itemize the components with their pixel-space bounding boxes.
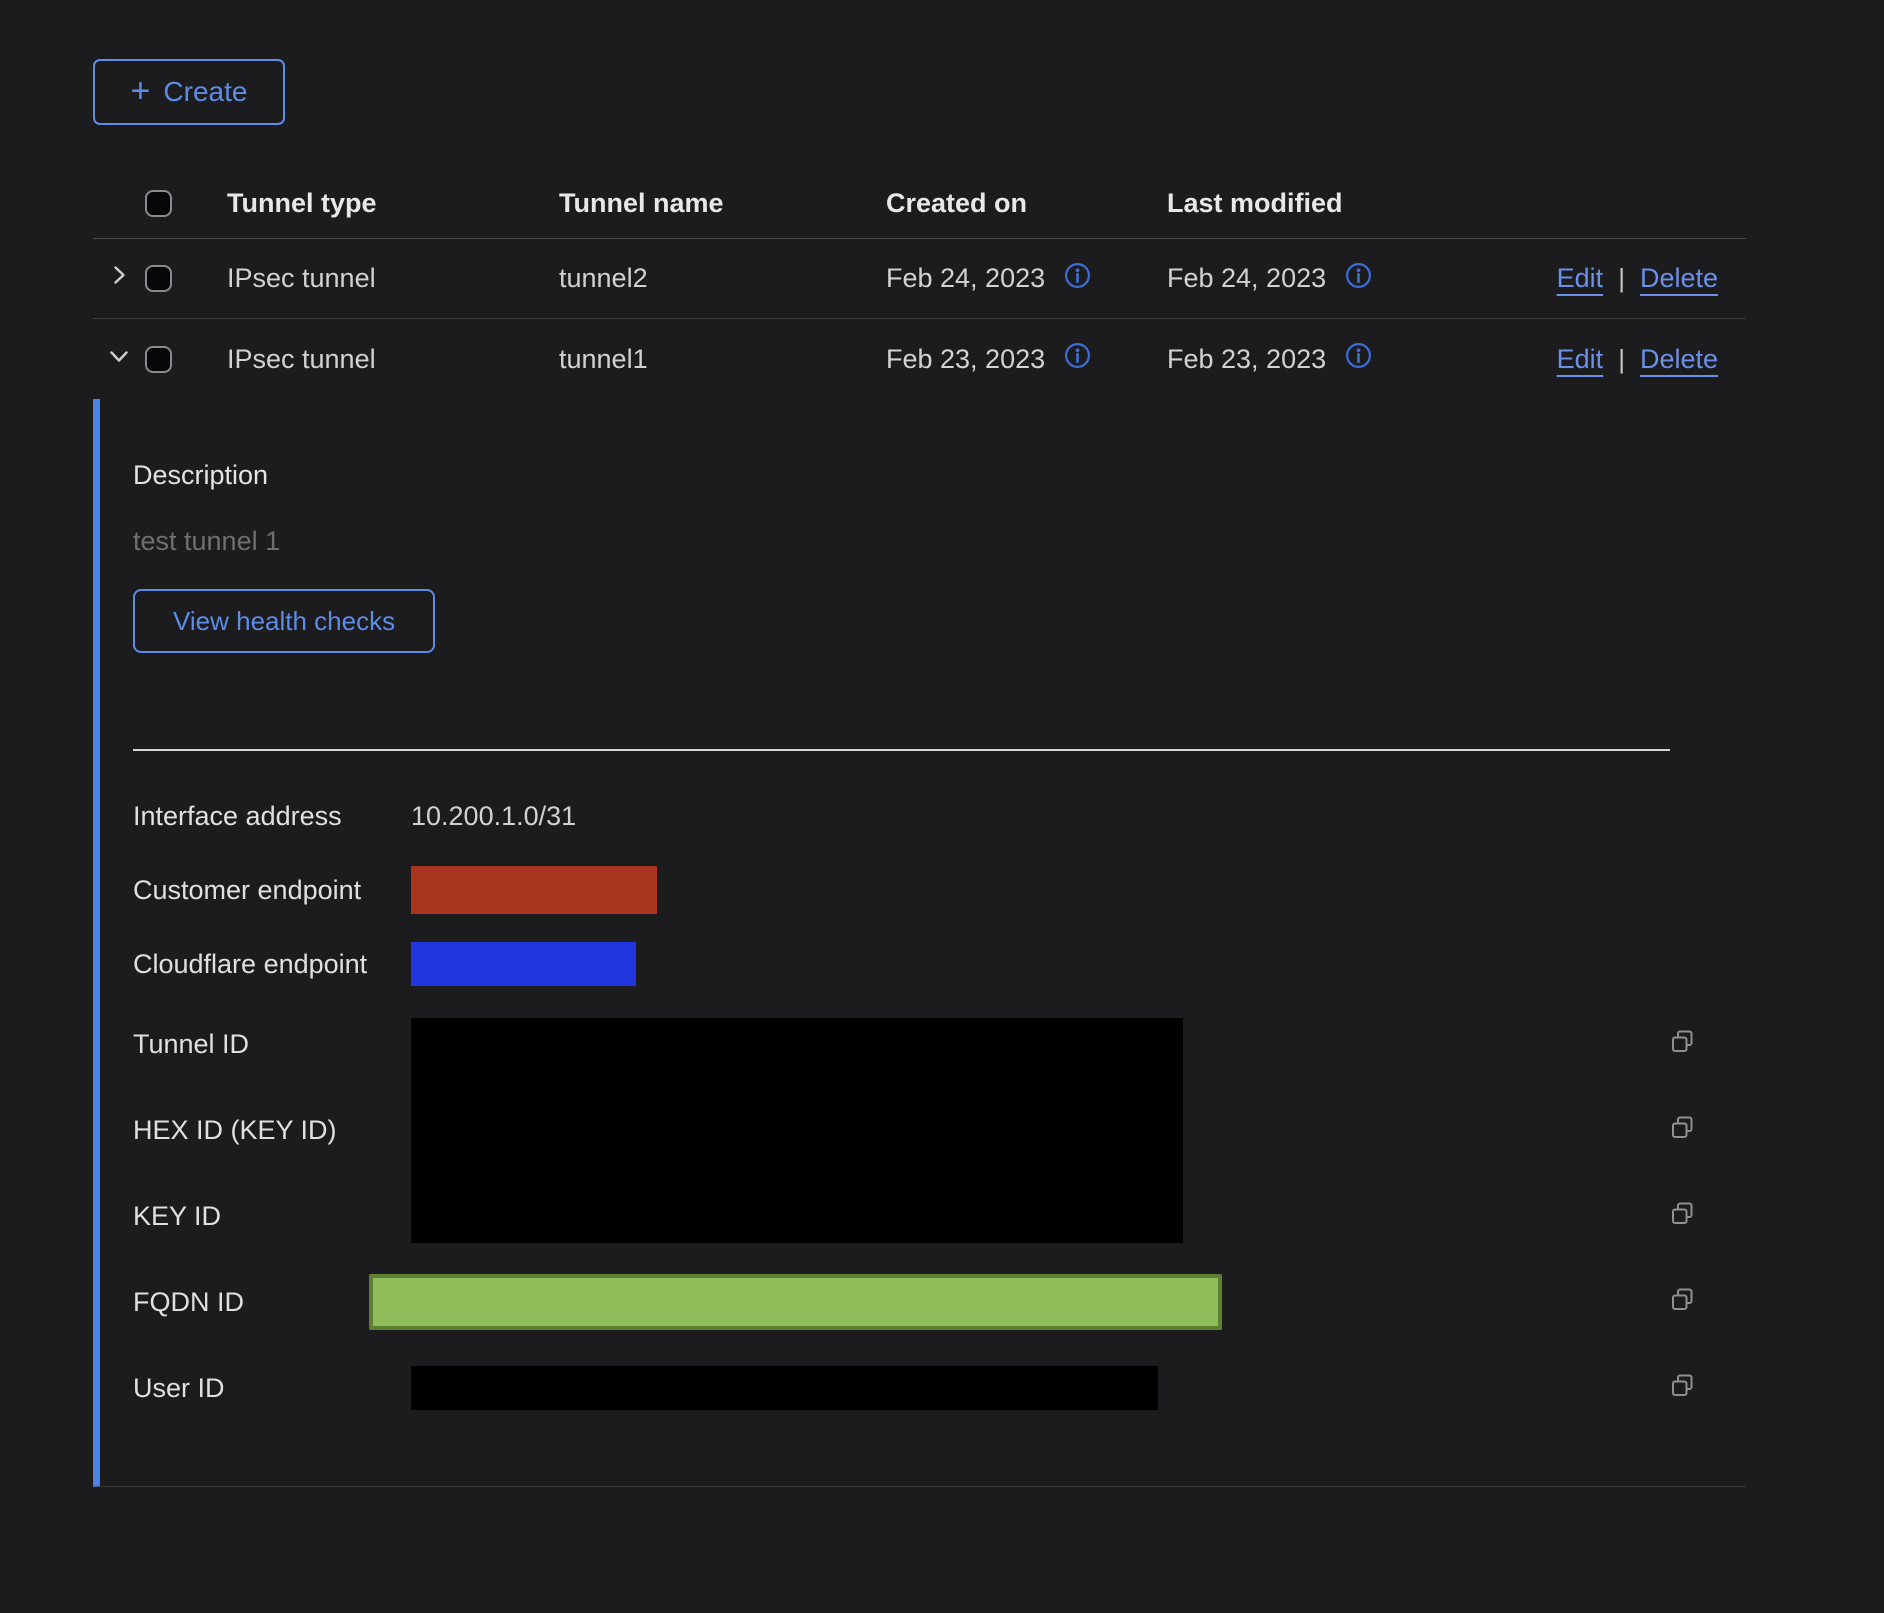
tunnel-type-cell: IPsec tunnel [207,344,539,375]
ids-redacted-value [411,1018,1183,1243]
chevron-right-icon[interactable] [106,262,132,295]
edit-link[interactable]: Edit [1557,344,1604,375]
tunnel-detail-fields: Interface address 10.200.1.0/31 Customer… [133,779,1710,1431]
info-icon[interactable] [1344,341,1373,377]
tunnel-type-cell: IPsec tunnel [207,263,539,294]
interface-address-value: 10.200.1.0/31 [411,801,1654,832]
table-header-row: Tunnel type Tunnel name Created on Last … [93,169,1746,239]
key-id-label: KEY ID [133,1201,411,1232]
user-id-label: User ID [133,1373,411,1404]
copy-key-id-button[interactable] [1654,1200,1710,1232]
customer-endpoint-label: Customer endpoint [133,875,411,906]
copy-hex-id-button[interactable] [1654,1114,1710,1146]
actions-separator: | [1618,263,1625,294]
interface-address-label: Interface address [133,801,411,832]
info-icon[interactable] [1063,341,1092,377]
cloudflare-endpoint-label: Cloudflare endpoint [133,949,411,980]
copy-tunnel-id-button[interactable] [1654,1028,1710,1060]
tunnel-detail-panel: Description test tunnel 1 View health ch… [93,399,1746,1487]
header-last-modified: Last modified [1147,188,1447,219]
header-tunnel-type: Tunnel type [207,188,539,219]
header-checkbox-cell [145,190,207,217]
ipsec-tunnels-page: + Create Tunnel type Tunnel name Created… [0,59,1884,1613]
last-modified-value: Feb 24, 2023 [1167,263,1326,294]
tunnel-name-cell: tunnel2 [539,263,866,294]
row-checkbox[interactable] [145,346,172,373]
fqdn-id-redacted-value [369,1274,1222,1330]
last-modified-value: Feb 23, 2023 [1167,344,1326,375]
info-icon[interactable] [1344,261,1373,297]
plus-icon: + [131,74,151,108]
info-icon[interactable] [1063,261,1092,297]
tunnel-id-label: Tunnel ID [133,1029,411,1060]
copy-icon [1669,1200,1696,1232]
created-on-value: Feb 24, 2023 [886,263,1045,294]
copy-fqdn-id-button[interactable] [1654,1286,1710,1318]
copy-user-id-button[interactable] [1654,1372,1710,1404]
header-created-on: Created on [866,188,1147,219]
header-tunnel-name: Tunnel name [539,188,866,219]
created-on-value: Feb 23, 2023 [886,344,1045,375]
tunnels-table: Tunnel type Tunnel name Created on Last … [93,169,1746,1487]
copy-icon [1669,1286,1696,1318]
create-button-label: Create [163,76,247,108]
user-id-redacted-value [411,1366,1158,1410]
delete-link[interactable]: Delete [1640,263,1718,294]
select-all-checkbox[interactable] [145,190,172,217]
description-label: Description [133,459,1710,491]
delete-link[interactable]: Delete [1640,344,1718,375]
description-value: test tunnel 1 [133,525,1710,557]
chevron-down-icon[interactable] [106,343,132,376]
hex-id-label: HEX ID (KEY ID) [133,1115,411,1146]
edit-link[interactable]: Edit [1557,263,1604,294]
create-button[interactable]: + Create [93,59,285,125]
cloudflare-endpoint-redacted-value [411,942,636,986]
copy-icon [1669,1028,1696,1060]
copy-icon [1669,1114,1696,1146]
table-row: IPsec tunnel tunnel2 Feb 24, 2023 Feb 24… [93,239,1746,319]
copy-icon [1669,1372,1696,1404]
row-checkbox[interactable] [145,265,172,292]
customer-endpoint-redacted-value [411,866,657,914]
table-row: IPsec tunnel tunnel1 Feb 23, 2023 Feb 23… [93,319,1746,399]
tunnel-name-cell: tunnel1 [539,344,866,375]
view-health-checks-button[interactable]: View health checks [133,589,435,653]
actions-separator: | [1618,344,1625,375]
panel-divider [133,749,1670,751]
